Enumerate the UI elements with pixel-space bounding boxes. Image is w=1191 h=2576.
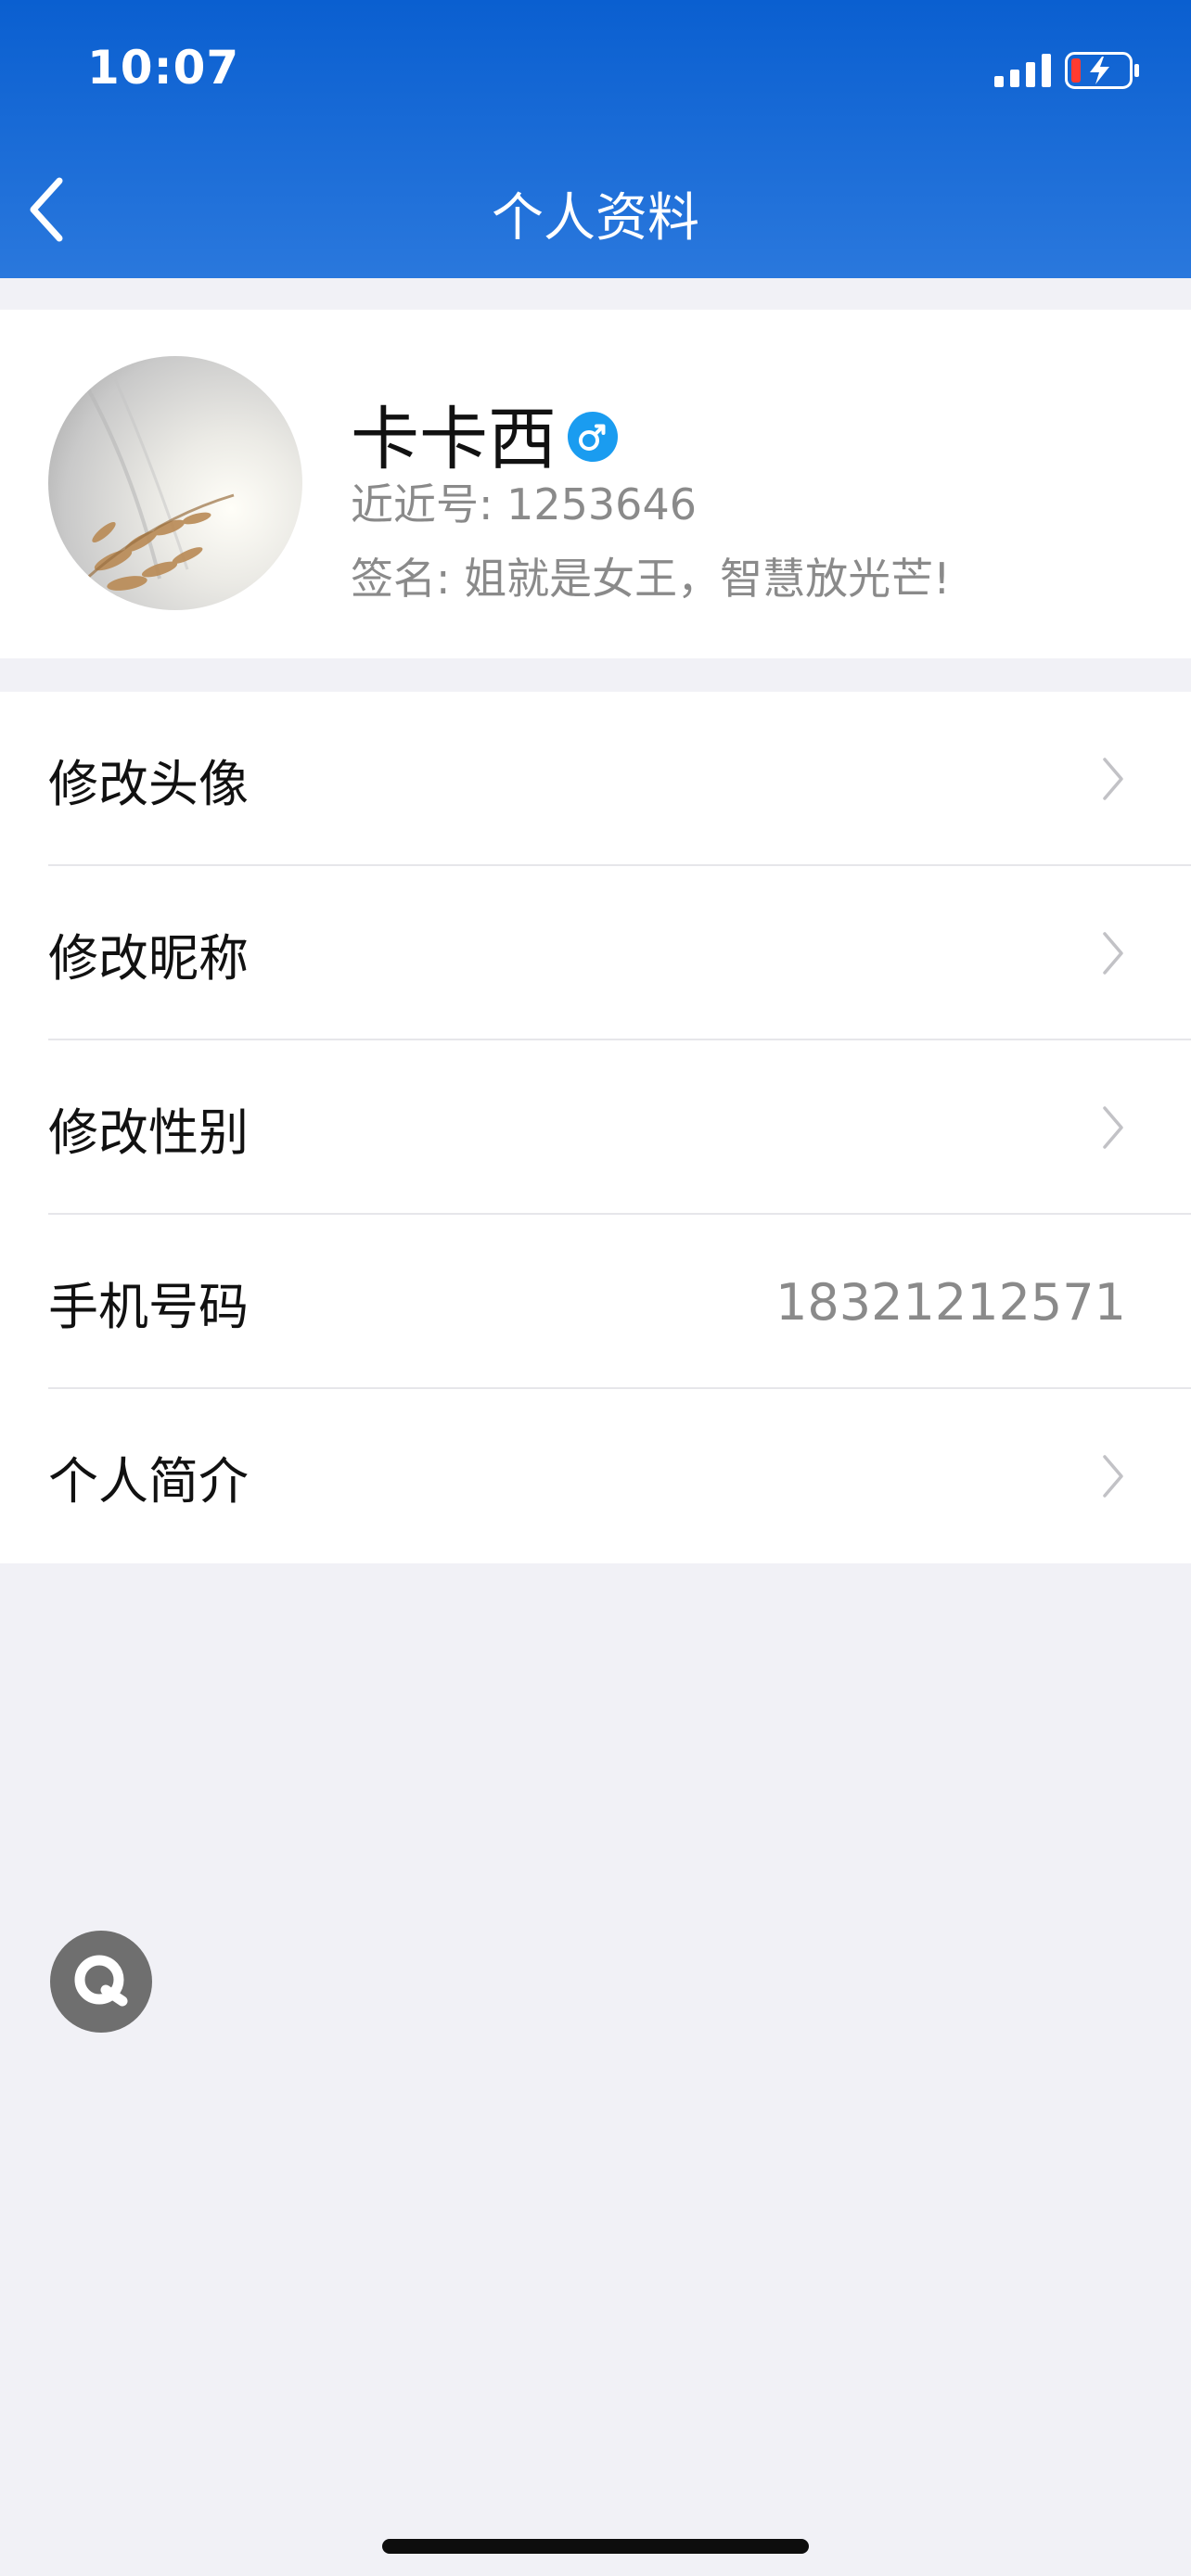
chevron-right-icon (1103, 932, 1123, 975)
signature-text: 签名: 姐就是女王，智慧放光芒! (351, 554, 951, 604)
cellular-signal-icon (994, 54, 1051, 87)
menu-item-label: 手机号码 (48, 1277, 249, 1336)
menu-item-label: 个人简介 (48, 1451, 249, 1511)
chevron-right-icon (1103, 758, 1123, 800)
avatar[interactable] (48, 356, 302, 610)
phone-number-value: 18321212571 (775, 1272, 1126, 1332)
avatar-image (65, 374, 235, 599)
battery-charging-low-icon (1065, 52, 1139, 89)
menu-item-change-gender[interactable]: 修改性别 (0, 1040, 1191, 1215)
chevron-right-icon (1103, 1455, 1123, 1498)
settings-menu: 修改头像 修改昵称 修改性别 手机号码 18321212571 个人简介 (0, 692, 1191, 1563)
male-icon (568, 411, 618, 462)
status-time: 10:07 (87, 41, 240, 95)
menu-item-change-nickname[interactable]: 修改昵称 (0, 866, 1191, 1040)
profile-card[interactable]: 卡卡西 近近号: 1253646 签名: 姐就是女王，智慧放光芒! (0, 310, 1191, 658)
floating-assist-button[interactable] (50, 1931, 152, 2033)
home-indicator[interactable] (382, 2539, 809, 2554)
header: 10:07 个人资料 (0, 0, 1191, 278)
profile-page: 10:07 个人资料 卡卡西 近近号: 1253646 签名: 姐就是女王，智慧… (0, 0, 1191, 2576)
menu-item-label: 修改性别 (48, 1103, 249, 1162)
menu-item-label: 修改头像 (48, 754, 249, 813)
name-row: 卡卡西 (351, 384, 618, 483)
menu-item-bio[interactable]: 个人简介 (0, 1389, 1191, 1563)
profile-name: 卡卡西 (351, 400, 557, 479)
menu-item-label: 修改昵称 (48, 928, 249, 988)
chevron-right-icon (1103, 1106, 1123, 1149)
menu-item-change-avatar[interactable]: 修改头像 (0, 692, 1191, 866)
assistive-q-icon (74, 1955, 128, 2007)
user-id-text: 近近号: 1253646 (351, 479, 697, 529)
menu-item-phone-number: 手机号码 18321212571 (0, 1215, 1191, 1389)
page-title: 个人资料 (492, 188, 699, 249)
